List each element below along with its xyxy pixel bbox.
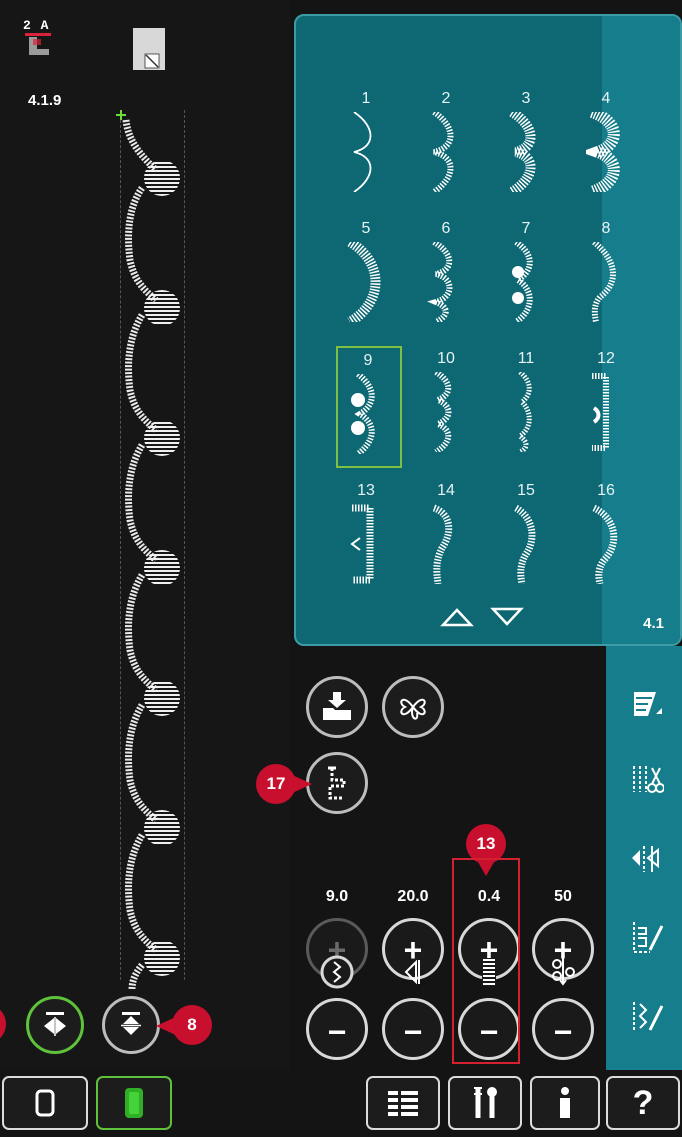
sewing-mode-icon [35, 1089, 55, 1117]
stitch-width-icon [320, 955, 354, 989]
menu-page-label: 4.1 [643, 615, 664, 632]
stitch-restart-icon [328, 766, 346, 800]
folder-load-icon [323, 692, 351, 720]
stitch-8[interactable]: 8 [576, 220, 656, 350]
stitch-positioning-menu-icon[interactable] [630, 842, 664, 876]
stitch-12[interactable]: 12 [576, 350, 656, 480]
balance-value: 50 [554, 888, 572, 905]
stitch-width-control: 9.0 + − [304, 888, 370, 1068]
minus-icon: − [327, 1014, 347, 1050]
balance-icon [552, 958, 575, 986]
load-stitch-button[interactable] [306, 676, 368, 738]
stitch-menu-panel: 1 2 3 4 5 6 7 8 9 10 11 12 13 14 15 16 4… [294, 14, 682, 646]
stitch-16[interactable]: 16 [576, 482, 656, 612]
stitch-restart-button[interactable] [306, 752, 368, 814]
callout-8: 8 [172, 1005, 212, 1045]
mirror-end-to-end-icon [121, 1012, 141, 1035]
stitch-9[interactable]: 9 [336, 346, 402, 468]
stitch-10[interactable]: 10 [416, 350, 496, 480]
menu-list-icon [388, 1091, 418, 1116]
balance-control: 50 + − [530, 888, 596, 1068]
presser-foot-label: 2 A [23, 18, 50, 33]
stitch-positioning-decrease[interactable]: − [382, 998, 444, 1060]
minus-icon: − [553, 1014, 573, 1050]
balance-decrease[interactable]: − [532, 998, 594, 1060]
settings-button[interactable] [448, 1076, 522, 1130]
menu-button[interactable] [366, 1076, 440, 1130]
stitch-positioning-control: 20.0 + − [380, 888, 446, 1068]
sewing-mode-button[interactable] [2, 1076, 88, 1130]
stitch-positioning-value: 20.0 [397, 888, 429, 905]
info-icon [560, 1087, 570, 1118]
info-button[interactable] [530, 1076, 600, 1130]
mirror-side-to-side-button[interactable] [26, 996, 84, 1054]
help-button[interactable]: ? [606, 1076, 680, 1130]
stitch-number-label: 4.1.9 [28, 92, 62, 109]
stitch-15[interactable]: 15 [496, 482, 576, 612]
presser-foot-icon[interactable]: 2 A [23, 18, 57, 62]
stitch-5[interactable]: 5 [336, 220, 416, 350]
stitch-pattern-preview [116, 110, 180, 990]
stitch-7[interactable]: 7 [496, 220, 576, 350]
stitch-preview-area: 2 A 4.1.9 8 [0, 0, 290, 1070]
stitch-1[interactable]: 1 [336, 90, 416, 220]
stitch-techniques-icon [400, 698, 426, 720]
needle-plate-icon[interactable] [133, 28, 165, 70]
stitch-11[interactable]: 11 [496, 350, 576, 480]
stitch-6[interactable]: 6 [416, 220, 496, 350]
embroidery-mode-button[interactable] [96, 1076, 172, 1130]
scroll-down-icon[interactable] [490, 606, 524, 628]
minus-icon: − [403, 1014, 423, 1050]
stitch-width-value: 9.0 [325, 888, 349, 905]
callout-17: 17 [256, 764, 296, 804]
stitch-menu-icon[interactable] [630, 686, 664, 720]
taskbar: ? [0, 1070, 682, 1137]
stitch-positioning-icon [404, 959, 420, 985]
sequencing-icon[interactable] [630, 1000, 664, 1034]
stitch-width-decrease[interactable]: − [306, 998, 368, 1060]
settings-tools-icon [474, 1087, 497, 1118]
help-icon: ? [632, 1083, 654, 1122]
stitch-program-icon[interactable] [630, 920, 664, 954]
scroll-up-icon[interactable] [440, 606, 474, 628]
embroidery-mode-icon [125, 1088, 143, 1118]
callout-marker-partial [0, 1004, 6, 1044]
density-highlight-box [452, 858, 520, 1064]
tie-off-options-icon[interactable] [630, 762, 664, 796]
stitch-tools-sidebar [606, 646, 682, 1070]
stitch-13[interactable]: 13 [336, 482, 416, 612]
mirror-end-to-end-button[interactable] [102, 996, 160, 1054]
stitch-3[interactable]: 3 [496, 90, 576, 220]
stitch-4[interactable]: 4 [576, 90, 656, 220]
stitch-2[interactable]: 2 [416, 90, 496, 220]
mirror-side-to-side-icon [44, 1012, 66, 1036]
stitch-14[interactable]: 14 [416, 482, 496, 612]
stitch-techniques-button[interactable] [382, 676, 444, 738]
